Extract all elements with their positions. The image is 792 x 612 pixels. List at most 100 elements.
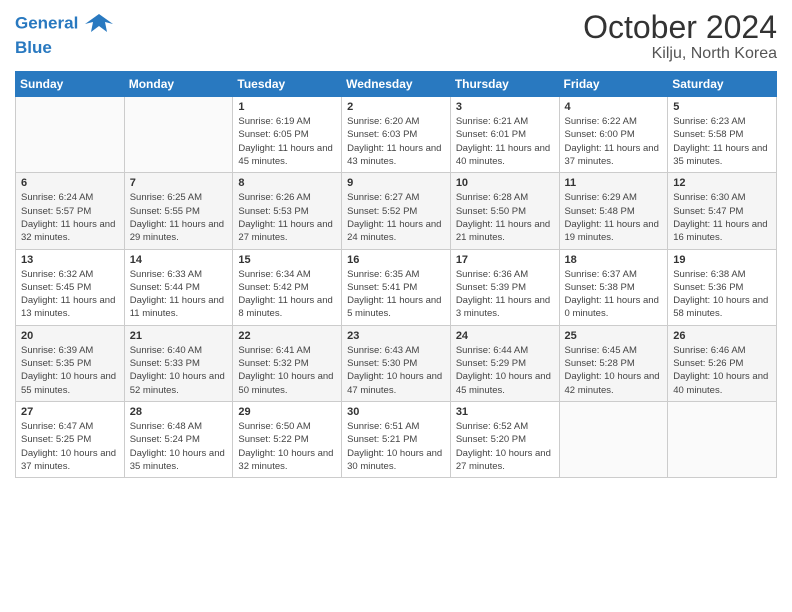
day-detail: Sunrise: 6:43 AMSunset: 5:30 PMDaylight:… <box>347 344 445 397</box>
day-detail: Sunrise: 6:23 AMSunset: 5:58 PMDaylight:… <box>673 115 771 168</box>
logo-line2: Blue <box>15 38 113 58</box>
calendar-cell: 22 Sunrise: 6:41 AMSunset: 5:32 PMDayligh… <box>233 325 342 401</box>
calendar-cell: 26 Sunrise: 6:46 AMSunset: 5:26 PMDayligh… <box>668 325 777 401</box>
calendar-cell: 29 Sunrise: 6:50 AMSunset: 5:22 PMDayligh… <box>233 401 342 477</box>
day-detail: Sunrise: 6:39 AMSunset: 5:35 PMDaylight:… <box>21 344 119 397</box>
day-detail: Sunrise: 6:24 AMSunset: 5:57 PMDaylight:… <box>21 191 119 244</box>
day-detail: Sunrise: 6:36 AMSunset: 5:39 PMDaylight:… <box>456 268 554 321</box>
day-number: 25 <box>565 330 663 342</box>
day-number: 29 <box>238 406 336 418</box>
day-detail: Sunrise: 6:51 AMSunset: 5:21 PMDaylight:… <box>347 420 445 473</box>
calendar-cell: 31 Sunrise: 6:52 AMSunset: 5:20 PMDayligh… <box>450 401 559 477</box>
day-number: 9 <box>347 177 445 189</box>
week-row-3: 13 Sunrise: 6:32 AMSunset: 5:45 PMDayligh… <box>16 249 777 325</box>
day-detail: Sunrise: 6:50 AMSunset: 5:22 PMDaylight:… <box>238 420 336 473</box>
day-number: 16 <box>347 254 445 266</box>
week-row-4: 20 Sunrise: 6:39 AMSunset: 5:35 PMDayligh… <box>16 325 777 401</box>
calendar-cell: 23 Sunrise: 6:43 AMSunset: 5:30 PMDayligh… <box>342 325 451 401</box>
day-number: 22 <box>238 330 336 342</box>
day-header-friday: Friday <box>559 72 668 97</box>
day-number: 26 <box>673 330 771 342</box>
day-detail: Sunrise: 6:20 AMSunset: 6:03 PMDaylight:… <box>347 115 445 168</box>
day-number: 14 <box>130 254 228 266</box>
day-number: 30 <box>347 406 445 418</box>
calendar-cell: 20 Sunrise: 6:39 AMSunset: 5:35 PMDayligh… <box>16 325 125 401</box>
day-detail: Sunrise: 6:22 AMSunset: 6:00 PMDaylight:… <box>565 115 663 168</box>
day-header-saturday: Saturday <box>668 72 777 97</box>
day-detail: Sunrise: 6:25 AMSunset: 5:55 PMDaylight:… <box>130 191 228 244</box>
day-detail: Sunrise: 6:44 AMSunset: 5:29 PMDaylight:… <box>456 344 554 397</box>
day-number: 27 <box>21 406 119 418</box>
calendar-cell <box>668 401 777 477</box>
location: Kilju, North Korea <box>583 45 777 63</box>
calendar-table: SundayMondayTuesdayWednesdayThursdayFrid… <box>15 71 777 478</box>
calendar-cell: 3 Sunrise: 6:21 AMSunset: 6:01 PMDaylight… <box>450 97 559 173</box>
day-number: 10 <box>456 177 554 189</box>
week-row-5: 27 Sunrise: 6:47 AMSunset: 5:25 PMDayligh… <box>16 401 777 477</box>
day-detail: Sunrise: 6:47 AMSunset: 5:25 PMDaylight:… <box>21 420 119 473</box>
day-detail: Sunrise: 6:33 AMSunset: 5:44 PMDaylight:… <box>130 268 228 321</box>
day-detail: Sunrise: 6:21 AMSunset: 6:01 PMDaylight:… <box>456 115 554 168</box>
calendar-cell: 9 Sunrise: 6:27 AMSunset: 5:52 PMDaylight… <box>342 173 451 249</box>
calendar-cell: 10Sunrise: 6:28 AMSunset: 5:50 PMDayligh… <box>450 173 559 249</box>
calendar-cell: 4 Sunrise: 6:22 AMSunset: 6:00 PMDaylight… <box>559 97 668 173</box>
day-detail: Sunrise: 6:46 AMSunset: 5:26 PMDaylight:… <box>673 344 771 397</box>
day-detail: Sunrise: 6:29 AMSunset: 5:48 PMDaylight:… <box>565 191 663 244</box>
day-number: 31 <box>456 406 554 418</box>
calendar-cell: 14 Sunrise: 6:33 AMSunset: 5:44 PMDayligh… <box>124 249 233 325</box>
day-header-sunday: Sunday <box>16 72 125 97</box>
calendar-cell: 19 Sunrise: 6:38 AMSunset: 5:36 PMDayligh… <box>668 249 777 325</box>
month-title: October 2024 <box>583 10 777 45</box>
day-header-tuesday: Tuesday <box>233 72 342 97</box>
day-number: 20 <box>21 330 119 342</box>
day-number: 23 <box>347 330 445 342</box>
calendar-cell: 30 Sunrise: 6:51 AMSunset: 5:21 PMDayligh… <box>342 401 451 477</box>
calendar-cell: 18Sunrise: 6:37 AMSunset: 5:38 PMDayligh… <box>559 249 668 325</box>
day-detail: Sunrise: 6:34 AMSunset: 5:42 PMDaylight:… <box>238 268 336 321</box>
calendar-cell <box>559 401 668 477</box>
week-row-2: 6 Sunrise: 6:24 AMSunset: 5:57 PMDaylight… <box>16 173 777 249</box>
day-detail: Sunrise: 6:40 AMSunset: 5:33 PMDaylight:… <box>130 344 228 397</box>
calendar-cell: 25 Sunrise: 6:45 AMSunset: 5:28 PMDayligh… <box>559 325 668 401</box>
day-number: 5 <box>673 101 771 113</box>
day-number: 12 <box>673 177 771 189</box>
day-number: 4 <box>565 101 663 113</box>
day-detail: Sunrise: 6:52 AMSunset: 5:20 PMDaylight:… <box>456 420 554 473</box>
day-header-monday: Monday <box>124 72 233 97</box>
day-number: 6 <box>21 177 119 189</box>
calendar-cell <box>124 97 233 173</box>
header-row: SundayMondayTuesdayWednesdayThursdayFrid… <box>16 72 777 97</box>
logo-bird-icon <box>85 10 113 38</box>
day-detail: Sunrise: 6:32 AMSunset: 5:45 PMDaylight:… <box>21 268 119 321</box>
day-header-wednesday: Wednesday <box>342 72 451 97</box>
day-number: 11 <box>565 177 663 189</box>
day-header-thursday: Thursday <box>450 72 559 97</box>
calendar-cell: 6 Sunrise: 6:24 AMSunset: 5:57 PMDaylight… <box>16 173 125 249</box>
day-detail: Sunrise: 6:27 AMSunset: 5:52 PMDaylight:… <box>347 191 445 244</box>
calendar-cell <box>16 97 125 173</box>
day-detail: Sunrise: 6:19 AMSunset: 6:05 PMDaylight:… <box>238 115 336 168</box>
calendar-cell: 24Sunrise: 6:44 AMSunset: 5:29 PMDayligh… <box>450 325 559 401</box>
calendar-cell: 27 Sunrise: 6:47 AMSunset: 5:25 PMDayligh… <box>16 401 125 477</box>
day-number: 13 <box>21 254 119 266</box>
calendar-cell: 21Sunrise: 6:40 AMSunset: 5:33 PMDayligh… <box>124 325 233 401</box>
calendar-cell: 13 Sunrise: 6:32 AMSunset: 5:45 PMDayligh… <box>16 249 125 325</box>
calendar-cell: 12Sunrise: 6:30 AMSunset: 5:47 PMDayligh… <box>668 173 777 249</box>
logo-text: General <box>15 10 113 38</box>
day-detail: Sunrise: 6:38 AMSunset: 5:36 PMDaylight:… <box>673 268 771 321</box>
calendar-cell: 17Sunrise: 6:36 AMSunset: 5:39 PMDayligh… <box>450 249 559 325</box>
day-detail: Sunrise: 6:37 AMSunset: 5:38 PMDaylight:… <box>565 268 663 321</box>
day-detail: Sunrise: 6:35 AMSunset: 5:41 PMDaylight:… <box>347 268 445 321</box>
day-detail: Sunrise: 6:41 AMSunset: 5:32 PMDaylight:… <box>238 344 336 397</box>
calendar-cell: 28Sunrise: 6:48 AMSunset: 5:24 PMDayligh… <box>124 401 233 477</box>
calendar-cell: 7 Sunrise: 6:25 AMSunset: 5:55 PMDaylight… <box>124 173 233 249</box>
day-number: 3 <box>456 101 554 113</box>
day-number: 19 <box>673 254 771 266</box>
day-number: 7 <box>130 177 228 189</box>
header: General Blue October 2024 Kilju, North K… <box>15 10 777 63</box>
day-number: 2 <box>347 101 445 113</box>
day-detail: Sunrise: 6:45 AMSunset: 5:28 PMDaylight:… <box>565 344 663 397</box>
day-number: 1 <box>238 101 336 113</box>
calendar-cell: 11 Sunrise: 6:29 AMSunset: 5:48 PMDayligh… <box>559 173 668 249</box>
calendar-cell: 1 Sunrise: 6:19 AMSunset: 6:05 PMDaylight… <box>233 97 342 173</box>
